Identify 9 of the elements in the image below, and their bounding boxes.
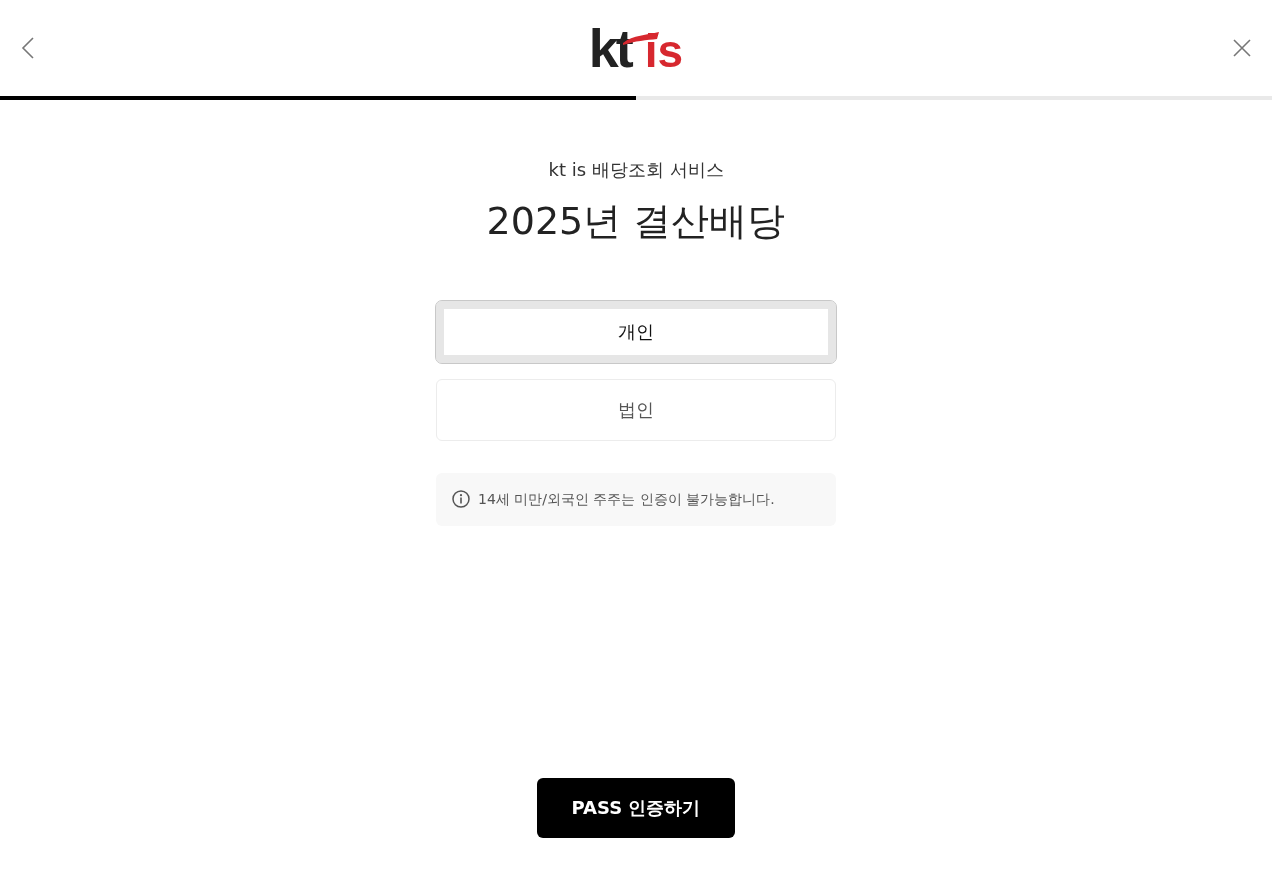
info-icon [452, 490, 470, 509]
pass-auth-button[interactable]: PASS 인증하기 [537, 777, 735, 838]
notice-text: 14세 미만/외국인 주주는 인증이 불가능합니다. [478, 489, 775, 509]
option-button[interactable]: 법인 [436, 378, 836, 441]
logo: kt is [588, 21, 684, 75]
option-button[interactable]: 개인 [436, 300, 836, 363]
page-title: 2025년 결산배당 [486, 199, 786, 245]
back-icon[interactable] [20, 36, 36, 60]
subtitle: kt is 배당조회 서비스 [548, 158, 724, 182]
